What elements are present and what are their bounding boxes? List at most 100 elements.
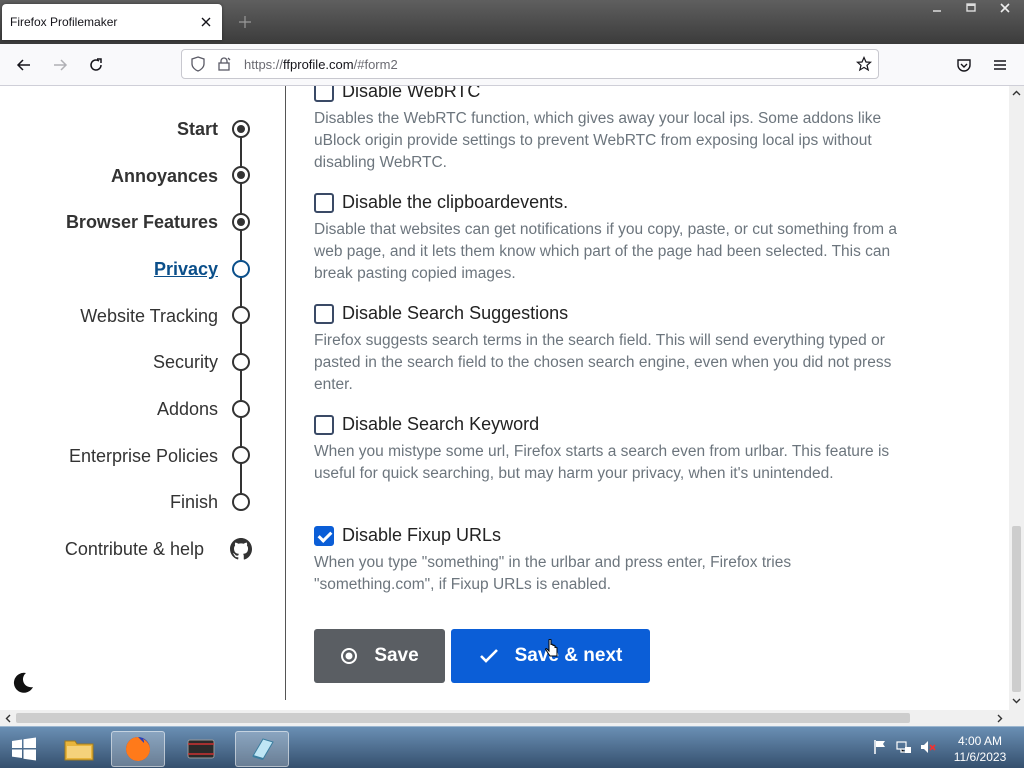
option-label: Disable Fixup URLs [342,525,502,545]
vertical-scroll-thumb[interactable] [1012,526,1021,692]
step-dot-browser-features [232,213,250,231]
reload-icon[interactable] [84,53,108,77]
record-icon [341,648,358,664]
step-start[interactable]: Start [177,119,218,140]
url-bar[interactable]: https://ffprofile.com/#form2 [181,49,879,79]
option-disable-fixup-urls: Disable Fixup URLs When you type "someth… [314,525,914,596]
window-controls [924,0,1018,16]
close-window-icon[interactable] [992,0,1018,16]
option-description: When you type "something" in the urlbar … [314,554,792,593]
option-label: Disable Search Keyword [342,414,540,434]
option-label: Disable Search Suggestions [342,303,569,323]
new-tab-icon[interactable] [238,14,252,28]
step-privacy[interactable]: Privacy [154,259,218,280]
tab-strip: Firefox Profilemaker [0,0,1024,44]
page-content: Start Annoyances Browser Features Privac… [0,86,1009,710]
save-and-next-label: Save & next [514,645,623,666]
bookmark-star-icon[interactable] [852,52,876,76]
minimize-icon[interactable] [924,0,950,16]
hand-cursor-icon [545,638,559,661]
taskbar: 4:00 AM 11/6/2023 [0,726,1024,768]
volume-muted-icon[interactable] [920,739,936,755]
clock-time: 4:00 AM [957,734,1003,748]
option-header[interactable]: Disable Fixup URLs [314,525,914,546]
save-button[interactable]: Save [314,629,445,683]
clock[interactable]: 4:00 AM 11/6/2023 [948,733,1012,765]
step-dot-enterprise-policies [232,446,250,464]
step-website-tracking[interactable]: Website Tracking [80,306,218,327]
scroll-up-icon[interactable] [1009,86,1024,100]
vertical-scrollbar[interactable] [1009,86,1024,710]
firefox-taskbar-icon[interactable] [111,731,165,767]
step-addons[interactable]: Addons [157,399,218,420]
action-center-flag-icon[interactable] [872,739,888,755]
network-icon[interactable] [896,739,912,755]
system-tray [872,739,936,755]
checkbox-disable-fixup-urls[interactable] [314,525,334,546]
option-description: When you mistype some url, Firefox start… [314,443,890,482]
scrollbar-corner [1009,710,1024,726]
sidebar-divider [285,86,286,700]
step-browser-features[interactable]: Browser Features [66,212,218,233]
checkbox-disable-clipboardevents[interactable] [314,192,334,213]
option-description: Disables the WebRTC function, which give… [314,110,882,171]
maximize-icon[interactable] [958,0,984,16]
clock-date: 11/6/2023 [953,750,1007,764]
dark-mode-toggle-icon[interactable] [10,670,36,696]
url-text: https://ffprofile.com/#form2 [244,57,398,72]
option-label: Disable WebRTC [342,86,481,101]
notes-app-icon[interactable] [235,731,289,767]
option-header[interactable]: Disable WebRTC [314,86,914,102]
step-annoyances[interactable]: Annoyances [111,166,218,187]
menu-icon[interactable] [988,53,1012,77]
step-finish[interactable]: Finish [170,492,218,513]
url-scheme: https:// [244,57,284,72]
file-explorer-icon[interactable] [52,731,106,767]
checkbox-disable-search-keyword[interactable] [314,414,334,435]
url-path: /#form2 [353,57,398,72]
step-dot-finish [232,493,250,511]
github-icon[interactable] [230,538,253,560]
step-dot-privacy [232,260,250,278]
scroll-left-icon[interactable] [0,711,15,725]
close-tab-icon[interactable] [198,14,214,30]
horizontal-scrollbar[interactable] [0,710,1009,726]
step-dot-annoyances [232,166,250,184]
save-button-label: Save [374,645,419,666]
option-disable-clipboardevents: Disable the clipboardevents. Disable tha… [314,192,914,285]
forward-icon[interactable] [48,53,72,77]
option-disable-search-keyword: Disable Search Keyword When you mistype … [314,414,914,485]
shield-icon[interactable] [186,52,210,76]
step-dot-website-tracking [232,306,250,324]
tab-title: Firefox Profilemaker [10,15,118,29]
option-description: Firefox suggests search terms in the sea… [314,332,892,393]
media-app-icon[interactable] [174,731,228,767]
option-header[interactable]: Disable the clipboardevents. [314,192,914,213]
contribute-link[interactable]: Contribute & help [65,539,204,560]
option-label: Disable the clipboardevents. [342,192,569,212]
page-info-icon[interactable] [212,52,236,76]
url-host: ffprofile.com [283,57,354,72]
option-disable-search-suggestions: Disable Search Suggestions Firefox sugge… [314,303,914,396]
checkbox-disable-webrtc[interactable] [314,86,334,102]
wizard-sidebar: Start Annoyances Browser Features Privac… [0,86,286,710]
navigation-bar: https://ffprofile.com/#form2 [0,44,1024,86]
option-disable-webrtc: Disable WebRTC Disables the WebRTC funct… [314,86,914,174]
scroll-right-icon[interactable] [992,711,1007,725]
step-dot-addons [232,400,250,418]
step-dot-start [232,120,250,138]
scroll-down-icon[interactable] [1009,694,1024,708]
browser-tab[interactable]: Firefox Profilemaker [2,4,222,40]
step-dot-security [232,353,250,371]
step-security[interactable]: Security [153,352,218,373]
horizontal-scroll-thumb[interactable] [16,713,910,723]
back-icon[interactable] [12,53,36,77]
pocket-icon[interactable] [952,53,976,77]
option-header[interactable]: Disable Search Keyword [314,414,914,435]
check-icon [479,649,498,663]
checkbox-disable-search-suggestions[interactable] [314,303,334,324]
step-enterprise-policies[interactable]: Enterprise Policies [69,446,218,467]
option-description: Disable that websites can get notificati… [314,221,897,282]
option-header[interactable]: Disable Search Suggestions [314,303,914,324]
start-button-windows-icon[interactable] [0,731,48,767]
